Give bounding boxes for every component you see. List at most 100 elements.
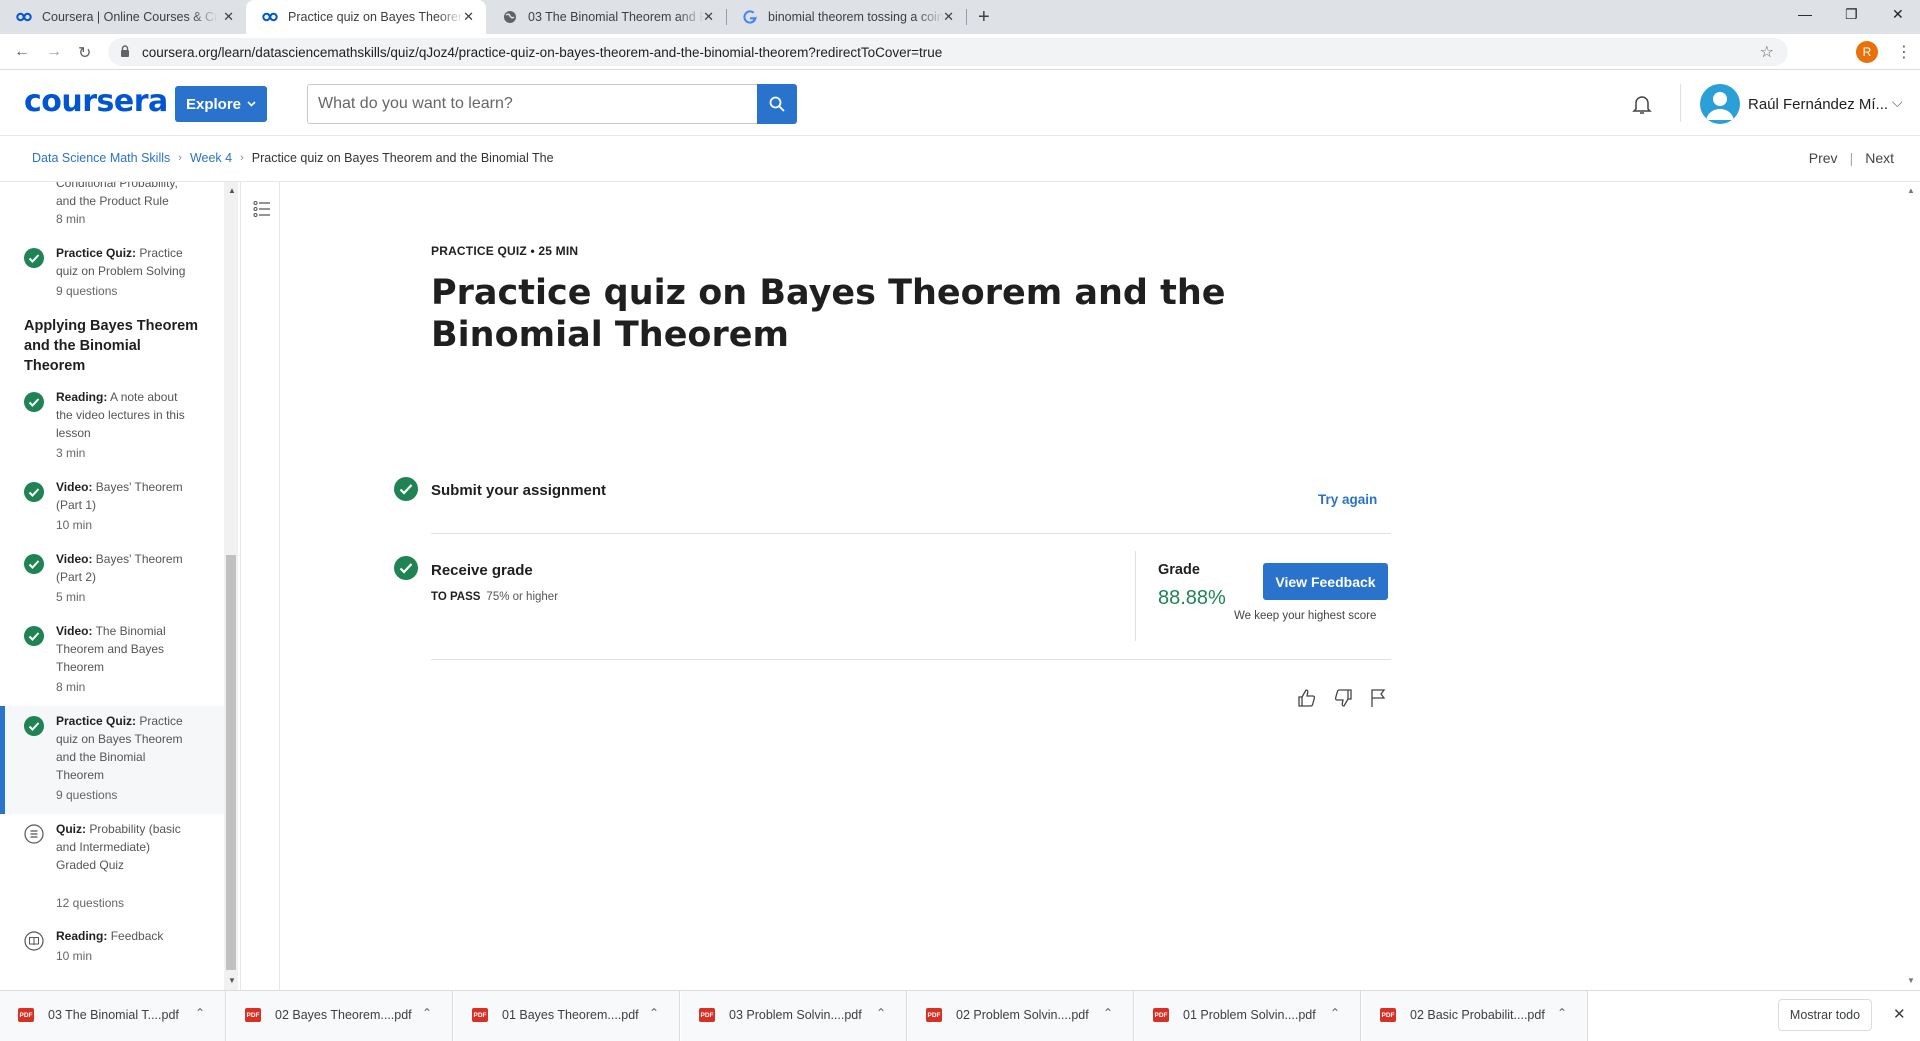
- window-close-icon[interactable]: ✕: [1892, 6, 1904, 23]
- minimize-icon[interactable]: —: [1798, 6, 1812, 22]
- download-item[interactable]: PDF 02 Basic Probabilit....pdf ⌃: [1362, 991, 1588, 1041]
- thumbs-down-icon[interactable]: [1333, 688, 1353, 708]
- browser-toolbar: ← → ↻ coursera.org/learn/datasciencemath…: [0, 34, 1920, 70]
- close-icon[interactable]: ✕: [1893, 1005, 1906, 1023]
- breadcrumb-week[interactable]: Week 4: [190, 151, 232, 165]
- divider: [431, 533, 1391, 534]
- chevron-up-icon[interactable]: ⌃: [1103, 1006, 1113, 1020]
- google-icon: [742, 10, 758, 24]
- coursera-icon: [16, 10, 32, 24]
- avatar[interactable]: [1700, 84, 1740, 124]
- check-circle-icon: [394, 556, 418, 580]
- browser-tab-binomial-pdf[interactable]: 03 The Binomial Theorem and Bayes ✕: [486, 0, 726, 34]
- check-circle-icon: [24, 716, 44, 736]
- step-grade-title: Receive grade: [431, 562, 533, 579]
- coursera-logo[interactable]: coursera: [24, 84, 168, 119]
- prev-button[interactable]: Prev: [1809, 150, 1838, 166]
- scroll-up-icon[interactable]: ▲: [228, 186, 236, 195]
- close-icon[interactable]: ✕: [463, 9, 474, 25]
- close-icon[interactable]: ✕: [943, 9, 954, 25]
- user-avatar-icon: [1706, 92, 1734, 120]
- outline-list-icon[interactable]: [253, 200, 271, 218]
- bookmark-star-icon[interactable]: ☆: [1760, 42, 1774, 62]
- pdf-file-icon: PDF: [699, 1008, 715, 1022]
- grade-divider: [1135, 551, 1136, 641]
- download-item[interactable]: PDF 01 Problem Solvin....pdf ⌃: [1135, 991, 1361, 1041]
- chevron-down-icon: [247, 101, 256, 107]
- chevron-right-icon: ›: [240, 152, 244, 164]
- breadcrumb-divider: [0, 181, 1920, 182]
- reload-icon[interactable]: ↻: [78, 43, 91, 63]
- search-input[interactable]: What do you want to learn?: [307, 84, 759, 124]
- close-icon[interactable]: ✕: [223, 9, 234, 25]
- grade-label: Grade: [1158, 562, 1200, 578]
- view-feedback-button[interactable]: View Feedback: [1263, 563, 1388, 600]
- pdf-file-icon: PDF: [472, 1008, 488, 1022]
- sidebar-section-title: Applying Bayes Theorem and the Binomial …: [24, 318, 199, 374]
- back-arrow-icon[interactable]: ←: [14, 43, 30, 61]
- pdf-file-icon: PDF: [926, 1008, 942, 1022]
- check-circle-icon: [24, 392, 44, 412]
- sidebar-scrollbar-thumb[interactable]: [226, 555, 236, 970]
- breadcrumb: Data Science Math Skills › Week 4 › Prac…: [32, 151, 554, 165]
- prev-next-nav: Prev | Next: [1809, 150, 1894, 166]
- download-item[interactable]: PDF 02 Problem Solvin....pdf ⌃: [908, 991, 1134, 1041]
- pdf-file-icon: PDF: [18, 1008, 34, 1022]
- divider: [431, 659, 1391, 660]
- breadcrumb-current: Practice quiz on Bayes Theorem and the B…: [251, 151, 554, 165]
- breadcrumb-course[interactable]: Data Science Math Skills: [32, 151, 170, 165]
- chevron-up-icon[interactable]: ⌃: [422, 1006, 432, 1020]
- chevron-down-icon[interactable]: ⌵: [1892, 94, 1903, 111]
- new-tab-plus-icon[interactable]: +: [978, 6, 990, 29]
- notification-bell-icon[interactable]: [1630, 92, 1654, 116]
- browser-profile-avatar[interactable]: R: [1856, 41, 1878, 63]
- browser-tab-google-search[interactable]: binomial theorem tossing a coin ✕: [726, 0, 966, 34]
- check-circle-icon: [394, 477, 418, 501]
- explore-button[interactable]: Explore: [175, 86, 267, 122]
- coursera-icon: [262, 10, 278, 24]
- check-circle-icon: [24, 554, 44, 574]
- scroll-up-icon[interactable]: ▲: [1907, 186, 1915, 195]
- grade-value: 88.88%: [1158, 587, 1226, 609]
- page-title: Practice quiz on Bayes Theorem and the B…: [431, 273, 1226, 355]
- next-button[interactable]: Next: [1865, 150, 1894, 166]
- url-text: coursera.org/learn/datasciencemathskills…: [142, 44, 943, 60]
- address-bar[interactable]: coursera.org/learn/datasciencemathskills…: [108, 38, 1788, 66]
- forward-arrow-icon[interactable]: →: [46, 43, 62, 61]
- thumbs-up-icon[interactable]: [1297, 688, 1317, 708]
- browser-tab-coursera[interactable]: Coursera | Online Courses & Credentials …: [0, 0, 246, 34]
- pdf-file-icon: PDF: [245, 1008, 261, 1022]
- browser-menu-icon[interactable]: ⋮: [1896, 42, 1912, 62]
- search-icon: [769, 96, 785, 112]
- pass-requirement: TO PASS 75% or higher: [431, 591, 559, 603]
- globe-icon: [502, 10, 518, 24]
- close-icon[interactable]: ✕: [703, 9, 714, 25]
- download-item[interactable]: PDF 03 The Binomial T....pdf ⌃: [0, 991, 226, 1041]
- try-again-link[interactable]: Try again: [1318, 492, 1377, 507]
- restore-icon[interactable]: ❐: [1845, 6, 1858, 23]
- chevron-up-icon[interactable]: ⌃: [876, 1006, 886, 1020]
- highest-score-note: We keep your highest score: [1234, 610, 1377, 622]
- download-item[interactable]: PDF 02 Bayes Theorem....pdf ⌃: [227, 991, 453, 1041]
- page-scrollbar[interactable]: ▲ ▼: [1903, 182, 1920, 990]
- check-circle-icon: [24, 248, 44, 268]
- item-type-eyebrow: PRACTICE QUIZ • 25 MIN: [431, 244, 579, 258]
- chevron-up-icon[interactable]: ⌃: [1557, 1006, 1567, 1020]
- search-button[interactable]: [757, 84, 797, 124]
- quiz-list-icon: [24, 824, 44, 844]
- user-name[interactable]: Raúl Fernández Mí...: [1748, 96, 1888, 113]
- download-item[interactable]: PDF 03 Problem Solvin....pdf ⌃: [681, 991, 907, 1041]
- scroll-down-icon[interactable]: ▼: [1907, 976, 1915, 985]
- chevron-up-icon[interactable]: ⌃: [195, 1006, 205, 1020]
- download-item[interactable]: PDF 01 Bayes Theorem....pdf ⌃: [454, 991, 680, 1041]
- browser-tab-practice-quiz[interactable]: Practice quiz on Bayes Theorem and the B…: [246, 0, 486, 34]
- flag-icon[interactable]: [1369, 688, 1387, 708]
- book-icon: [24, 931, 44, 951]
- header-divider: [1680, 84, 1681, 122]
- check-circle-icon: [24, 626, 44, 646]
- show-all-downloads-button[interactable]: Mostrar todo: [1778, 999, 1872, 1031]
- site-header: coursera Explore What do you want to lea…: [0, 70, 1920, 136]
- chevron-up-icon[interactable]: ⌃: [649, 1006, 659, 1020]
- scroll-down-icon[interactable]: ▼: [228, 976, 236, 985]
- chevron-up-icon[interactable]: ⌃: [1330, 1006, 1340, 1020]
